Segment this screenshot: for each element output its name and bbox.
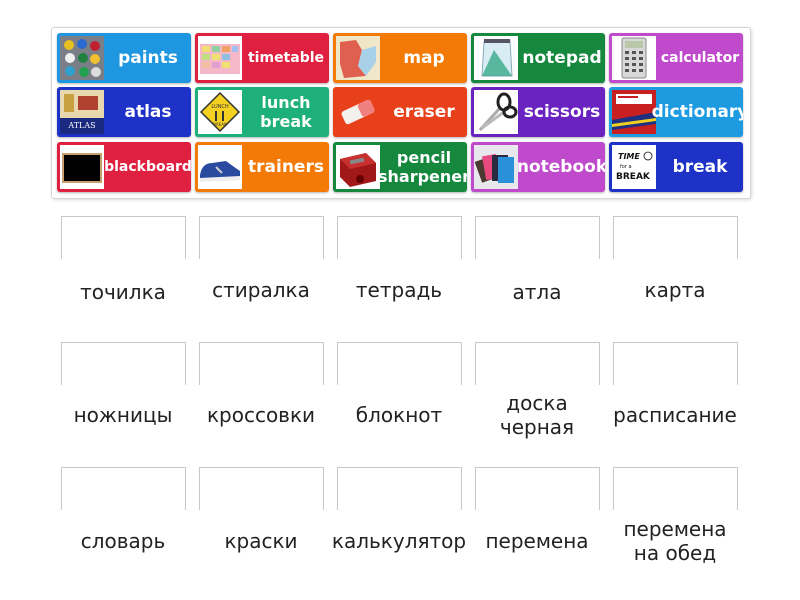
answer-tile-label: atlas [124,102,172,122]
answer-tile-scissors[interactable]: scissors [471,87,605,137]
notebooks-image [474,145,518,189]
drop-slot[interactable] [199,216,324,259]
answer-tile-dictionary[interactable]: dictionary [609,87,743,137]
answer-tile-label: lunch break [260,93,312,131]
target-word: расписание [613,403,737,427]
drop-slot[interactable] [613,216,738,259]
eraser-image [336,90,380,134]
svg-text:for a: for a [620,164,632,170]
svg-text:TIME: TIME [618,152,640,161]
drop-slot[interactable] [199,342,324,385]
answer-tile-tray: paints timetable map notepad calculator ATLAS… [51,27,751,199]
notepad-image [474,36,518,80]
answer-tile-atlas[interactable]: ATLAS atlas [57,87,191,137]
drop-slot[interactable] [475,342,600,385]
answer-tile-label: notepad [522,48,602,68]
target-word: точилка [80,280,166,304]
target-word: карта [644,278,706,302]
answer-tile-label: scissors [523,102,601,122]
drop-slot[interactable] [613,342,738,385]
trainers-shoe-image [198,145,242,189]
pencil-sharpener-image [336,145,380,189]
target-word: краски [224,529,298,553]
answer-tile-lunch-break[interactable]: LUNCH BREAK lunch break [195,87,329,137]
answer-tile-label: calculator [660,50,740,66]
blackboard-image [60,145,104,189]
answer-tile-paints[interactable]: paints [57,33,191,83]
answer-tile-pencil-sharpener[interactable]: pencil sharpener [333,142,467,192]
answer-tile-label: blackboard [104,159,191,175]
answer-tile-notepad[interactable]: notepad [471,33,605,83]
target-word: калькулятор [331,529,467,553]
answer-tile-label: map [403,48,445,68]
drop-slot[interactable] [337,216,462,259]
dictionary-image [612,90,656,134]
target-word: перемена на обед [623,517,727,565]
target-word: словарь [80,529,166,553]
answer-tile-eraser[interactable]: eraser [333,87,467,137]
svg-text:BREAK: BREAK [616,172,651,182]
answer-tile-calculator[interactable]: calculator [609,33,743,83]
target-word: перемена [485,529,589,553]
svg-text:ATLAS: ATLAS [67,121,95,130]
answer-tile-label: eraser [393,102,455,122]
answer-tile-label: timetable [247,50,325,66]
target-word: кроссовки [206,403,316,427]
answer-tile-label: trainers [248,157,324,177]
calculator-image [612,36,656,80]
target-word: тетрадь [355,278,443,302]
timetable-image [198,36,242,80]
drop-slot[interactable] [613,467,738,510]
drop-slot[interactable] [475,467,600,510]
drop-slot[interactable] [337,342,462,385]
drop-slot[interactable] [199,467,324,510]
answer-tile-map[interactable]: map [333,33,467,83]
answer-tile-break[interactable]: TIME for a BREAK break [609,142,743,192]
drop-slot[interactable] [475,216,600,259]
target-word: ножницы [73,403,173,427]
target-word: стиралка [212,278,310,302]
target-word: доска черная [499,391,575,439]
answer-tile-blackboard[interactable]: blackboard [57,142,191,192]
lunch-sign-image: LUNCH BREAK [198,90,242,134]
answer-tile-notebook[interactable]: notebook [471,142,605,192]
answer-tile-trainers[interactable]: trainers [195,142,329,192]
answer-tile-label: break [672,157,728,177]
drop-slot[interactable] [337,467,462,510]
paint-cans-image [60,36,104,80]
drop-slot[interactable] [61,216,186,259]
target-word: атла [512,280,562,304]
answer-tile-label: paints [118,48,178,68]
svg-text:BREAK: BREAK [213,122,227,127]
map-image [336,36,380,80]
answer-tile-label: dictionary [651,102,743,122]
answer-tile-label: notebook [516,157,605,177]
answer-tile-timetable[interactable]: timetable [195,33,329,83]
svg-text:LUNCH: LUNCH [211,104,228,110]
target-word: блокнот [355,403,443,427]
atlas-book-image: ATLAS [60,90,104,134]
time-for-a-break-image: TIME for a BREAK [612,145,656,189]
scissors-image [474,90,518,134]
drop-slot[interactable] [61,342,186,385]
drop-slot[interactable] [61,467,186,510]
answer-tile-label: pencil sharpener [377,148,467,186]
